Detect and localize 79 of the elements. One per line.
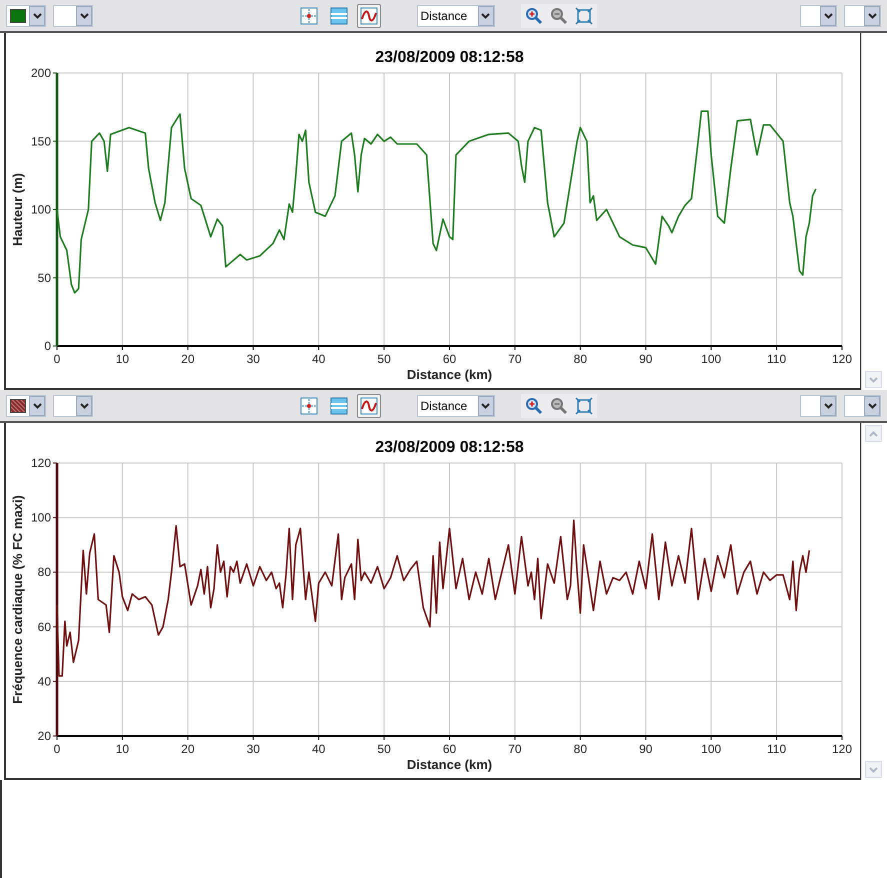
x-tick-label: 120: [832, 352, 852, 366]
y-tick-label: 120: [30, 456, 51, 470]
zoom-button[interactable]: [572, 394, 594, 416]
y-tick-label: 100: [30, 510, 51, 525]
x-tick-label: 50: [377, 742, 391, 756]
x-tick-label: 70: [508, 352, 522, 366]
bands-icon: [330, 396, 348, 414]
x-tick-label: 110: [767, 352, 786, 366]
x-tick-label: 90: [639, 742, 652, 756]
x-tick-label: 0: [54, 742, 60, 756]
chevron-icon: [478, 6, 494, 26]
style-dropdown[interactable]: [53, 394, 93, 416]
x-tick-label: 50: [377, 352, 391, 366]
x-tick-label: 60: [442, 352, 456, 366]
fit-icon: [574, 6, 592, 24]
x-tick-label: 10: [116, 352, 130, 366]
tool-button[interactable]: [356, 4, 380, 28]
x-tick-label: 80: [574, 352, 588, 366]
x-tick-label: 20: [181, 742, 195, 756]
x-axis-label: Distance (km): [406, 367, 492, 382]
x-tick-label: 0: [54, 352, 60, 366]
crosshair-icon: [300, 396, 318, 414]
color-dropdown[interactable]: [6, 394, 46, 416]
chevron-icon: [76, 6, 92, 26]
color-dropdown[interactable]: [6, 4, 46, 26]
style-dropdown[interactable]: [53, 4, 93, 26]
chevron-icon: [76, 396, 92, 416]
x-tick-label: 10: [116, 742, 130, 756]
y-tick-label: 150: [30, 134, 51, 148]
y-axis-label: Hauteur (m): [10, 173, 25, 246]
zoom-button[interactable]: [572, 4, 594, 26]
chevron-icon: [478, 396, 494, 416]
crosshair-icon: [300, 6, 318, 24]
x-tick-label: 30: [246, 352, 260, 366]
y-tick-label: 20: [38, 729, 51, 743]
wave-icon: [360, 396, 378, 414]
fit-icon: [574, 396, 592, 414]
option-dropdown[interactable]: [844, 4, 881, 26]
chevron-icon: [864, 6, 880, 26]
x-tick-label: 40: [312, 742, 326, 756]
y-tick-label: 100: [30, 202, 51, 216]
wave-icon: [360, 6, 378, 24]
y-tick-label: 80: [38, 565, 51, 580]
zoom-in-icon: [524, 6, 542, 24]
zoom-in-icon: [524, 396, 542, 414]
axis-select[interactable]: Distance: [416, 394, 494, 416]
zoom-out-icon: [550, 396, 568, 414]
chevron-icon: [29, 396, 45, 416]
chevron-icon: [864, 396, 880, 416]
y-axis-label: Fréquence cardiaque (% FC maxi): [10, 495, 25, 704]
option-dropdown[interactable]: [844, 394, 881, 416]
chevron-icon: [820, 6, 836, 26]
x-tick-label: 70: [508, 742, 522, 756]
y-tick-label: 40: [38, 674, 51, 688]
tool-button[interactable]: [356, 394, 380, 418]
y-tick-label: 50: [38, 270, 51, 285]
x-tick-label: 80: [574, 742, 588, 756]
zoom-out-icon: [550, 6, 568, 24]
chevron-icon: [820, 396, 836, 416]
x-tick-label: 30: [246, 742, 260, 756]
x-tick-label: 100: [701, 352, 722, 366]
x-tick-label: 100: [701, 742, 722, 756]
x-tick-label: 120: [832, 742, 852, 756]
chart-title: 23/08/2009 08:12:58: [375, 49, 524, 66]
y-tick-label: 200: [30, 66, 51, 80]
y-tick-label: 60: [38, 620, 51, 634]
x-axis-label: Distance (km): [406, 757, 492, 772]
x-tick-label: 110: [767, 742, 786, 756]
x-tick-label: 60: [442, 742, 456, 756]
x-tick-label: 90: [639, 352, 652, 366]
chart-title: 23/08/2009 08:12:58: [375, 439, 524, 456]
option-dropdown[interactable]: [800, 394, 837, 416]
x-tick-label: 20: [181, 352, 195, 366]
x-tick-label: 40: [312, 352, 326, 366]
option-dropdown[interactable]: [800, 4, 837, 26]
y-tick-label: 0: [44, 339, 51, 353]
axis-select[interactable]: Distance: [416, 4, 494, 26]
bands-icon: [330, 6, 348, 24]
chevron-icon: [29, 6, 45, 26]
